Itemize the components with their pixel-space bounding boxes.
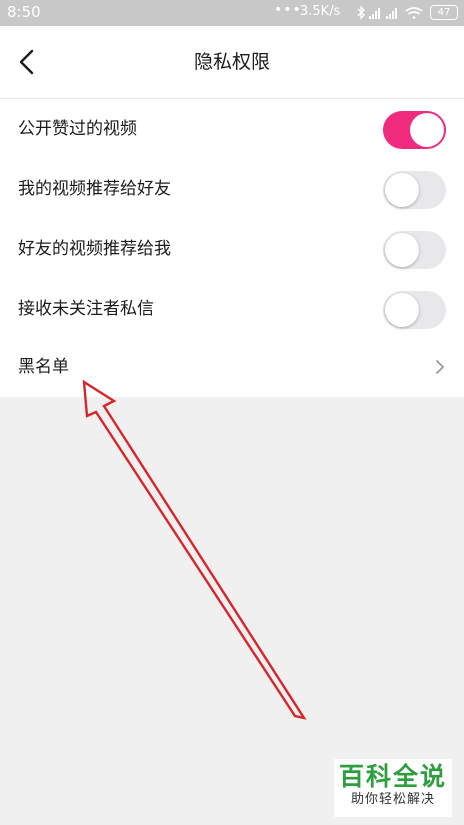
watermark-title: 百科全说 (338, 762, 447, 791)
setting-row-recommend-friend-videos: 好友的视频推荐给我 (0, 219, 464, 279)
status-time: 8:50 (7, 3, 41, 21)
setting-label: 我的视频推荐给好友 (18, 179, 171, 199)
setting-label: 黑名单 (18, 357, 69, 377)
toggle-knob (385, 233, 419, 267)
page-title: 隐私权限 (193, 51, 270, 73)
toggle-recommend-friend-videos[interactable] (383, 231, 446, 269)
watermark-tagline: 助你轻松解决 (350, 792, 435, 807)
bluetooth-icon (357, 6, 365, 20)
toggle-knob (410, 113, 444, 147)
signal-icon-2 (386, 8, 397, 19)
status-bar: 8:50 ••• 3.5K/s 47 (0, 0, 464, 26)
setting-row-stranger-messages: 接收未关注者私信 (0, 279, 464, 339)
toggle-stranger-messages[interactable] (383, 291, 446, 329)
nav-header: 隐私权限 (0, 26, 464, 99)
status-network-speed: 3.5K/s (300, 4, 341, 19)
wifi-icon (405, 7, 423, 19)
setting-label: 公开赞过的视频 (18, 119, 137, 139)
setting-label: 好友的视频推荐给我 (18, 239, 171, 259)
watermark-logo: 百科全说 助你轻松解决 (334, 759, 452, 817)
setting-label: 接收未关注者私信 (18, 299, 154, 319)
battery-indicator: 47 (430, 5, 458, 20)
chevron-right-icon (436, 360, 444, 374)
status-icons (357, 6, 423, 20)
toggle-recommend-my-videos[interactable] (383, 171, 446, 209)
privacy-settings-list: 公开赞过的视频 我的视频推荐给好友 好友的视频推荐给我 接收未关注者私信 黑名单 (0, 99, 464, 397)
setting-row-public-liked-videos: 公开赞过的视频 (0, 99, 464, 159)
toggle-knob (385, 293, 419, 327)
setting-row-recommend-my-videos: 我的视频推荐给好友 (0, 159, 464, 219)
signal-icon (369, 8, 380, 19)
status-more-dots: ••• (274, 2, 302, 18)
toggle-public-liked-videos[interactable] (383, 111, 446, 149)
setting-row-blacklist[interactable]: 黑名单 (0, 337, 464, 397)
toggle-knob (385, 173, 419, 207)
chevron-left-icon[interactable] (14, 47, 42, 77)
